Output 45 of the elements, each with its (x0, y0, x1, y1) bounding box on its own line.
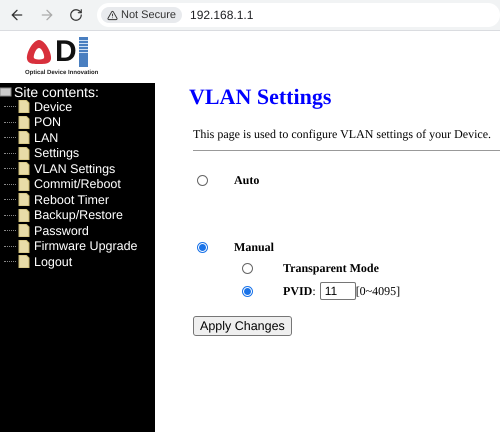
radio-label: Manual (234, 240, 274, 255)
page-title: VLAN Settings (189, 85, 332, 109)
radio-button[interactable] (197, 242, 208, 253)
sidebar-link[interactable]: PON (34, 115, 62, 130)
radio-button[interactable] (242, 263, 253, 274)
logo-letter: D (55, 37, 77, 67)
sidebar-link[interactable]: Commit/Reboot (34, 177, 121, 192)
sidebar-link[interactable]: Logout (34, 254, 72, 269)
pvid-field[interactable]: 11 (320, 282, 356, 300)
document-icon (18, 131, 30, 144)
sidebar-link[interactable]: Device (34, 100, 72, 114)
sidebar-link[interactable]: Firmware Upgrade (34, 239, 138, 254)
sidebar-link[interactable]: VLAN Settings (34, 162, 116, 176)
document-icon (18, 224, 30, 238)
reload-icon[interactable] (69, 8, 83, 22)
document-icon (18, 162, 30, 176)
document-icon (18, 178, 30, 191)
radio-label: Auto (234, 173, 260, 188)
document-icon (18, 193, 30, 206)
radio-label: Transparent Mode (283, 261, 379, 276)
radio-button[interactable] (242, 286, 253, 296)
range-hint: [0~4095] (356, 284, 400, 298)
page-description: This page is used to configure VLAN settings of your Device. (193, 127, 492, 142)
radio-label: PVID: (283, 284, 316, 298)
security-chip[interactable]: Not Secure (101, 7, 182, 23)
sidebar-link[interactable]: Backup/Restore (34, 208, 123, 222)
sidebar-link[interactable]: Settings (34, 146, 80, 160)
sidebar-link[interactable]: LAN (34, 130, 58, 145)
document-icon (18, 208, 30, 222)
document-icon (18, 146, 30, 160)
sidebar-link[interactable]: Password (34, 224, 89, 238)
warning-icon (107, 10, 118, 20)
document-icon (18, 255, 30, 268)
document-icon (18, 240, 30, 253)
document-icon (18, 100, 30, 114)
apply-button[interactable]: Apply Changes (193, 316, 292, 336)
back-icon[interactable] (9, 7, 25, 23)
sidebar-link[interactable]: Reboot Timer (34, 192, 110, 207)
document-icon (18, 116, 30, 129)
address-bar[interactable]: Not Secure 192.168.1.1 (97, 3, 500, 27)
radio-button[interactable] (197, 175, 208, 186)
sidebar-title: Site contents: (14, 85, 99, 99)
logo-icon (25, 39, 53, 65)
url-text: 192.168.1.1 (190, 8, 254, 22)
logo-bar-icon (78, 37, 88, 67)
